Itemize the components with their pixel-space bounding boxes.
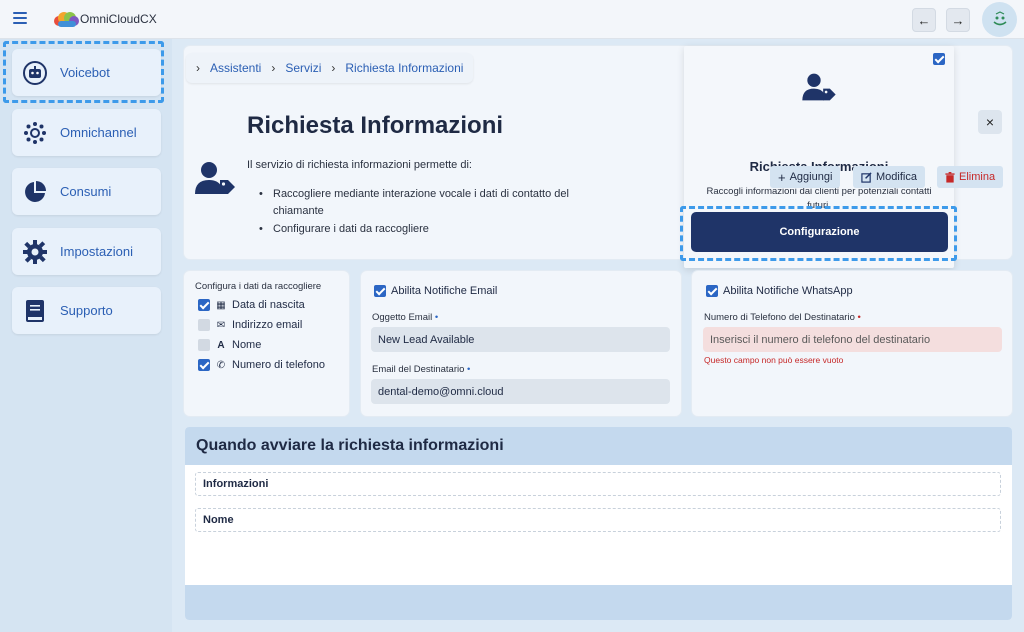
user-avatar[interactable] [982, 2, 1017, 37]
breadcrumb-servizi[interactable]: Servizi [285, 61, 321, 75]
add-button[interactable]: + Aggiungi [770, 166, 841, 188]
trigger-item-nome[interactable]: Nome [195, 508, 1001, 532]
field-label: Nome [232, 339, 262, 351]
whatsapp-toggle-checkbox[interactable] [706, 285, 718, 297]
whatsapp-toggle-label: Abilita Notifiche WhatsApp [723, 285, 853, 297]
trash-icon [945, 171, 955, 183]
service-bullets: Raccogliere mediante interazione vocale … [259, 186, 589, 239]
cake-icon: ▦ [216, 299, 226, 311]
book-icon [22, 298, 48, 324]
field-checkbox[interactable] [198, 359, 210, 371]
close-icon: × [985, 114, 995, 130]
recipient-label: Email del Destinatario • [372, 364, 470, 375]
chevron-right-icon: › [196, 61, 200, 75]
field-numero-di-telefono[interactable]: ✆ Numero di telefono [198, 359, 325, 371]
close-button[interactable]: × [978, 110, 1002, 134]
sidebar-item-label: Consumi [60, 184, 112, 199]
user-tag-icon [802, 73, 836, 101]
service-card-subtitle: Raccogli informazioni dai clienti per po… [706, 186, 932, 211]
user-avatar-icon [992, 10, 1007, 25]
trigger-header: Quando avviare la richiesta informazioni [185, 427, 1012, 465]
sidebar-item-voicebot[interactable]: Voicebot [12, 49, 161, 96]
field-nome[interactable]: A Nome [198, 339, 261, 351]
sidebar-item-label: Omnichannel [60, 125, 137, 140]
phone-icon: ✆ [216, 359, 226, 371]
required-mark: • [857, 312, 861, 323]
phone-label-text: Numero di Telefono del Destinatario [704, 312, 855, 323]
field-label: Indirizzo email [232, 319, 303, 331]
bullet-item: Raccogliere mediante interazione vocale … [259, 186, 589, 220]
email-recipient-input[interactable]: dental-demo@omni.cloud [371, 379, 670, 404]
service-description: Il servizio di richiesta informazioni pe… [247, 159, 472, 171]
add-button-label: Aggiungi [789, 171, 833, 183]
configurazione-button[interactable]: Configurazione [691, 212, 948, 252]
envelope-icon: ✉ [216, 319, 226, 331]
sidebar-item-supporto[interactable]: Supporto [12, 287, 161, 334]
user-tag-icon [195, 162, 235, 194]
edit-icon [861, 171, 872, 183]
whatsapp-toggle[interactable]: Abilita Notifiche WhatsApp [706, 285, 853, 297]
field-checkbox[interactable] [198, 339, 210, 351]
recipient-label-text: Email del Destinatario [372, 364, 465, 375]
sidebar-item-omnichannel[interactable]: Omnichannel [12, 109, 161, 156]
email-toggle-label: Abilita Notifiche Email [391, 285, 498, 297]
trigger-footer [185, 585, 1012, 620]
bullet-item: Configurare i dati da raccogliere [259, 221, 589, 238]
email-subject-input[interactable]: New Lead Available [371, 327, 670, 352]
robot-icon [22, 60, 48, 86]
sidebar-item-impostazioni[interactable]: Impostazioni [12, 228, 161, 275]
required-mark: • [467, 364, 471, 375]
trigger-title: Quando avviare la richiesta informazioni [196, 437, 504, 454]
hub-icon [22, 120, 48, 146]
subject-label-text: Oggetto Email [372, 312, 433, 323]
field-label: Data di nascita [232, 299, 305, 311]
field-data-di-nascita[interactable]: ▦ Data di nascita [198, 299, 305, 311]
phone-error-message: Questo campo non può essere vuoto [704, 355, 844, 365]
chevron-right-icon: › [271, 61, 276, 75]
whatsapp-phone-input[interactable]: Inserisci il numero di telefono del dest… [703, 327, 1002, 352]
field-checkbox[interactable] [198, 319, 210, 331]
arrow-left-icon: ← [917, 12, 931, 28]
cloud-logo-icon [54, 12, 79, 27]
service-select-checkbox[interactable] [933, 53, 945, 65]
breadcrumb-assistenti[interactable]: Assistenti [210, 61, 261, 75]
breadcrumb: › Assistenti › Servizi › Richiesta Infor… [186, 53, 474, 83]
subject-label: Oggetto Email • [372, 312, 438, 323]
edit-button[interactable]: Modifica [853, 166, 925, 188]
collect-heading: Configura i dati da raccogliere [195, 281, 322, 292]
top-bar: OmniCloudCX ← → [0, 0, 1024, 39]
required-mark: • [434, 312, 439, 323]
forward-button[interactable]: → [946, 8, 970, 32]
email-toggle[interactable]: Abilita Notifiche Email [374, 285, 497, 297]
delete-button[interactable]: Elimina [937, 166, 1004, 188]
edit-button-label: Modifica [876, 171, 917, 183]
phone-label: Numero di Telefono del Destinatario • [704, 312, 861, 323]
pie-chart-icon [22, 179, 48, 205]
arrow-right-icon: → [951, 12, 965, 28]
trigger-item-informazioni[interactable]: Informazioni [195, 472, 1001, 496]
menu-icon[interactable] [13, 12, 27, 24]
brand-name: OmniCloudCX [80, 12, 157, 26]
gear-icon [22, 239, 48, 265]
chevron-right-icon: › [331, 61, 336, 75]
back-button[interactable]: ← [912, 8, 936, 32]
delete-button-label: Elimina [959, 171, 996, 183]
field-checkbox[interactable] [198, 299, 210, 311]
email-toggle-checkbox[interactable] [374, 285, 386, 297]
plus-icon: + [778, 169, 786, 185]
font-icon: A [217, 339, 225, 351]
sidebar-item-consumi[interactable]: Consumi [12, 168, 161, 215]
sidebar-item-label: Impostazioni [60, 244, 133, 259]
field-label: Numero di telefono [232, 359, 325, 371]
sidebar-item-label: Supporto [60, 303, 113, 318]
page-title: Richiesta Informazioni [247, 112, 504, 139]
breadcrumb-richiesta-informazioni[interactable]: Richiesta Informazioni [345, 61, 463, 75]
trigger-section: Quando avviare la richiesta informazioni… [185, 427, 1012, 620]
field-indirizzo-email[interactable]: ✉ Indirizzo email [198, 319, 302, 331]
sidebar-item-label: Voicebot [60, 65, 110, 80]
